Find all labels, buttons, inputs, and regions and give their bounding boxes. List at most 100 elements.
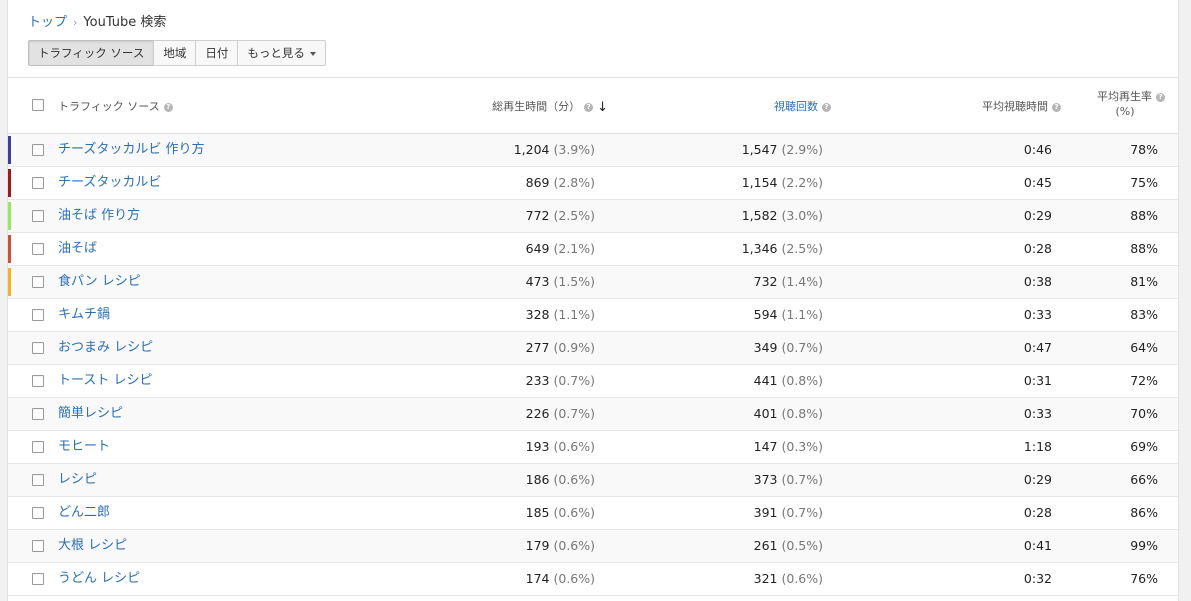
- avg-percentage-cell: 83%: [1130, 299, 1158, 331]
- column-header-watch-time[interactable]: 総再生時間（分）? ↓: [492, 98, 608, 114]
- views-cell: 1,582 (3.0%): [742, 200, 823, 232]
- traffic-source-link[interactable]: 油そば: [58, 233, 97, 265]
- row-checkbox[interactable]: [32, 441, 44, 453]
- avg-duration-cell-value: 0:33: [1023, 406, 1052, 421]
- avg-percentage-cell-value: 81%: [1130, 274, 1158, 289]
- watch-time-cell-share: (3.9%): [553, 142, 595, 157]
- avg-duration-cell: 0:41: [1024, 530, 1052, 562]
- sort-descending-icon[interactable]: ↓: [597, 101, 608, 114]
- traffic-source-link[interactable]: トースト レシピ: [58, 365, 152, 397]
- column-header-avg-view-duration[interactable]: 平均視聴時間?: [982, 98, 1061, 114]
- avg-duration-cell: 0:46: [1024, 134, 1052, 166]
- views-cell: 147 (0.3%): [754, 431, 823, 463]
- watch-time-cell: 869 (2.8%): [526, 167, 595, 199]
- traffic-source-link[interactable]: チーズタッカルビ: [58, 167, 161, 199]
- traffic-source-link[interactable]: 油そば 作り方: [58, 200, 140, 232]
- views-cell-value: 349: [753, 340, 778, 355]
- row-checkbox[interactable]: [32, 243, 44, 255]
- table-row: チーズタッカルビ 作り方 1,204 (3.9%) 1,547 (2.9%) 0:46…: [8, 134, 1178, 167]
- row-checkbox[interactable]: [32, 342, 44, 354]
- views-cell-share: (0.3%): [781, 439, 823, 454]
- watch-time-cell-value: 174: [525, 571, 550, 586]
- traffic-source-link[interactable]: 簡単レシピ: [58, 398, 123, 430]
- table-row: どん二郎 185 (0.6%) 391 (0.7%) 0:28 86%: [8, 497, 1178, 530]
- tab-traffic-source[interactable]: トラフィック ソース: [28, 40, 155, 66]
- tab-region[interactable]: 地域: [153, 40, 197, 66]
- row-checkbox[interactable]: [32, 474, 44, 486]
- traffic-source-link[interactable]: モヒート: [58, 431, 110, 463]
- dimension-tabs: トラフィック ソース 地域 日付 もっと見る: [28, 40, 326, 66]
- watch-time-cell-share: (1.1%): [553, 307, 595, 322]
- tab-label: トラフィック ソース: [38, 46, 145, 60]
- row-checkbox[interactable]: [32, 507, 44, 519]
- traffic-source-link[interactable]: 大根 レシピ: [58, 530, 127, 562]
- series-color-bar: [8, 235, 11, 263]
- watch-time-cell: 649 (2.1%): [526, 233, 595, 265]
- breadcrumb-top-link[interactable]: トップ: [28, 15, 67, 30]
- row-checkbox[interactable]: [32, 177, 44, 189]
- views-cell: 373 (0.7%): [754, 464, 823, 496]
- column-header-traffic-source[interactable]: トラフィック ソース?: [58, 98, 173, 114]
- views-cell-value: 261: [753, 538, 778, 553]
- traffic-source-link[interactable]: うどん レシピ: [58, 563, 140, 595]
- traffic-source-link[interactable]: どん二郎: [58, 497, 110, 529]
- select-all-checkbox[interactable]: [32, 99, 44, 111]
- help-icon[interactable]: ?: [584, 102, 594, 112]
- avg-percentage-cell-value: 86%: [1130, 505, 1158, 520]
- table-body: チーズタッカルビ 作り方 1,204 (3.9%) 1,547 (2.9%) 0:46…: [8, 134, 1178, 596]
- avg-percentage-cell-value: 70%: [1130, 406, 1158, 421]
- views-cell-share: (2.9%): [781, 142, 823, 157]
- avg-duration-cell: 0:28: [1024, 233, 1052, 265]
- row-checkbox[interactable]: [32, 276, 44, 288]
- row-checkbox[interactable]: [32, 408, 44, 420]
- caret-down-icon: [309, 51, 316, 56]
- table-row: 簡単レシピ 226 (0.7%) 401 (0.8%) 0:33 70%: [8, 398, 1178, 431]
- tab-more-dropdown[interactable]: もっと見る: [237, 40, 326, 66]
- avg-duration-cell: 0:29: [1024, 464, 1052, 496]
- series-color-bar: [8, 499, 11, 527]
- help-icon[interactable]: ?: [1052, 102, 1061, 112]
- column-header-views[interactable]: 視聴回数?: [774, 98, 831, 114]
- row-checkbox[interactable]: [32, 573, 44, 585]
- views-cell-share: (0.7%): [781, 505, 823, 520]
- views-cell-value: 732: [753, 274, 778, 289]
- row-checkbox[interactable]: [32, 540, 44, 552]
- series-color-bar: [8, 532, 11, 560]
- avg-duration-cell: 0:38: [1024, 266, 1052, 298]
- help-icon[interactable]: ?: [163, 102, 173, 112]
- avg-duration-cell: 0:29: [1024, 200, 1052, 232]
- row-checkbox[interactable]: [32, 375, 44, 387]
- traffic-source-link[interactable]: おつまみ レシピ: [58, 332, 153, 364]
- help-icon[interactable]: ?: [1156, 92, 1165, 102]
- avg-duration-cell: 0:31: [1024, 365, 1052, 397]
- row-checkbox[interactable]: [32, 309, 44, 321]
- views-cell-share: (0.8%): [781, 373, 823, 388]
- watch-time-cell-share: (0.6%): [553, 439, 595, 454]
- table-header: トラフィック ソース? 総再生時間（分）? ↓ 視聴回数? 平均視聴時間? 平均再…: [8, 77, 1178, 134]
- traffic-source-link[interactable]: レシピ: [58, 464, 97, 496]
- avg-percentage-cell-value: 88%: [1130, 241, 1158, 256]
- series-color-bar: [8, 169, 11, 197]
- views-cell-value: 441: [753, 373, 778, 388]
- traffic-source-link[interactable]: チーズタッカルビ 作り方: [58, 134, 204, 166]
- watch-time-cell: 473 (1.5%): [526, 266, 595, 298]
- views-cell-share: (0.6%): [781, 571, 823, 586]
- help-icon[interactable]: ?: [822, 102, 831, 112]
- views-cell: 441 (0.8%): [754, 365, 823, 397]
- avg-duration-cell-value: 0:29: [1023, 472, 1052, 487]
- tab-date[interactable]: 日付: [195, 40, 239, 66]
- avg-percentage-cell-value: 72%: [1130, 373, 1158, 388]
- avg-duration-cell-value: 0:45: [1023, 175, 1052, 190]
- column-header-avg-percentage-viewed[interactable]: 平均再生率? (%): [1097, 89, 1165, 119]
- avg-percentage-cell: 66%: [1130, 464, 1158, 496]
- table-row: うどん レシピ 174 (0.6%) 321 (0.6%) 0:32 76%: [8, 563, 1178, 596]
- traffic-source-link[interactable]: キムチ鍋: [58, 299, 110, 331]
- row-checkbox[interactable]: [32, 210, 44, 222]
- row-checkbox[interactable]: [32, 144, 44, 156]
- views-cell: 401 (0.8%): [754, 398, 823, 430]
- avg-percentage-cell: 88%: [1130, 233, 1158, 265]
- avg-duration-cell-value: 1:18: [1023, 439, 1052, 454]
- avg-duration-cell: 0:33: [1024, 398, 1052, 430]
- traffic-source-link[interactable]: 食パン レシピ: [58, 266, 141, 298]
- views-cell: 349 (0.7%): [754, 332, 823, 364]
